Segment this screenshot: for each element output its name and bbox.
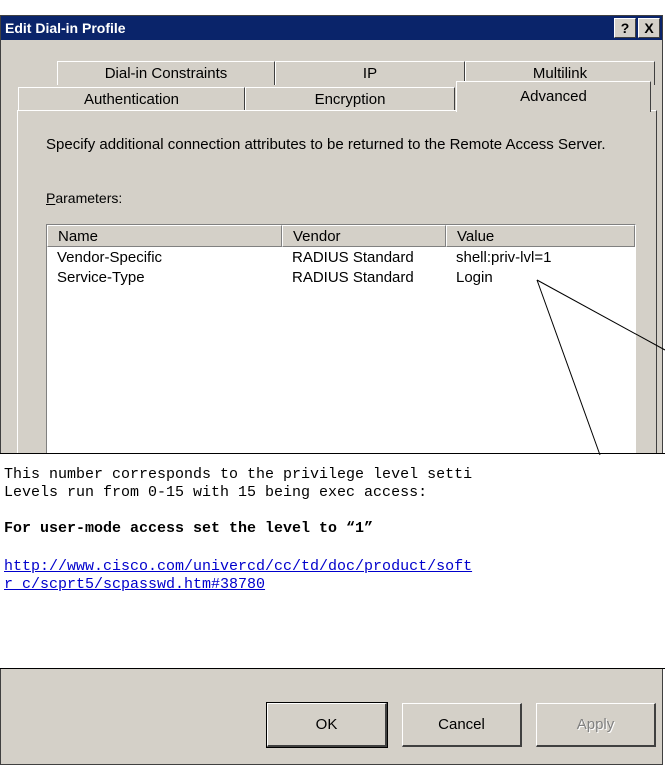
callout-pointer	[536, 279, 665, 456]
